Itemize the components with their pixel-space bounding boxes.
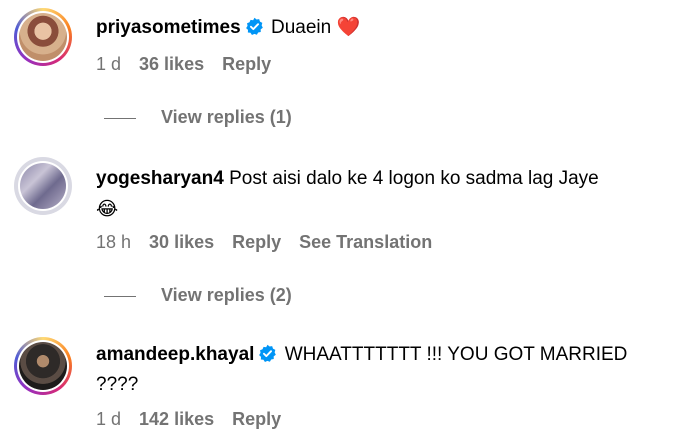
comment-text: Duaein	[270, 17, 332, 38]
reply-button[interactable]: Reply	[222, 54, 271, 74]
comment-meta: 1 d 142 likes Reply	[96, 409, 299, 430]
comment-body: amandeep.khayal WHAATTTTTTT !!! YOU GOT …	[96, 340, 627, 400]
see-translation-button[interactable]: See Translation	[299, 232, 432, 252]
comment-timestamp: 18 h	[96, 232, 132, 252]
comment-body: yogesharyan4 Post aisi dalo ke 4 logon k…	[96, 164, 599, 225]
comment-body: priyasometimes Duaein ❤️	[96, 12, 360, 43]
view-replies-button[interactable]: View replies (1)	[104, 107, 292, 128]
reply-button[interactable]: Reply	[232, 232, 281, 252]
comment-username[interactable]: yogesharyan4	[96, 168, 224, 189]
comment-likes[interactable]: 36 likes	[139, 54, 204, 74]
avatar-photo	[20, 163, 66, 209]
laughing-emoji-icon: 😂	[96, 198, 119, 220]
comment-likes[interactable]: 30 likes	[149, 232, 214, 252]
verified-badge-icon	[259, 344, 277, 362]
replies-divider	[104, 117, 136, 119]
verified-badge-icon	[245, 17, 263, 35]
comment-text: Post aisi dalo ke 4 logon ko sadma lag J…	[229, 168, 599, 189]
avatar[interactable]	[14, 157, 72, 215]
comment-text: WHAATTTTTTT !!! YOU GOT MARRIED	[284, 344, 628, 365]
comment-likes[interactable]: 142 likes	[139, 409, 214, 429]
replies-divider	[104, 295, 136, 297]
avatar[interactable]	[14, 337, 72, 395]
comment-meta: 18 h 30 likes Reply See Translation	[96, 232, 450, 253]
heart-emoji-icon: ❤️	[336, 16, 361, 38]
view-replies-label: View replies (1)	[161, 107, 292, 127]
comment-text-continued: ????	[96, 374, 139, 395]
view-replies-label: View replies (2)	[161, 285, 292, 305]
comment-timestamp: 1 d	[96, 409, 122, 429]
avatar-photo	[19, 342, 67, 390]
comment-timestamp: 1 d	[96, 54, 122, 74]
view-replies-button[interactable]: View replies (2)	[104, 285, 292, 306]
comment-username[interactable]: priyasometimes	[96, 17, 241, 38]
comment-username[interactable]: amandeep.khayal	[96, 344, 254, 365]
avatar[interactable]	[14, 8, 72, 66]
avatar-photo	[19, 13, 67, 61]
reply-button[interactable]: Reply	[232, 409, 281, 429]
comment-meta: 1 d 36 likes Reply	[96, 54, 289, 75]
